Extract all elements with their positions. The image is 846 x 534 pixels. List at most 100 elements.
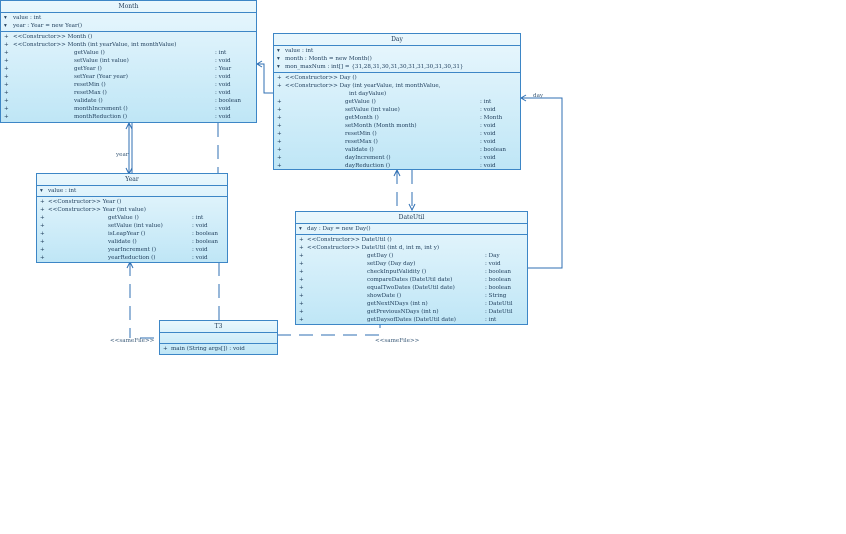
class-month-method-row[interactable]: + getValue (): int: [1, 49, 256, 57]
t3-dateutil-dependency: [277, 324, 381, 336]
member-signature: yearReduction (): [108, 255, 156, 261]
class-month-method-row[interactable]: + validate (): boolean: [1, 97, 256, 105]
member-return-type: : boolean: [485, 269, 512, 275]
visibility-icon: +: [4, 42, 9, 48]
member-return-type: : boolean: [192, 231, 219, 237]
class-day-title: Day: [274, 34, 520, 46]
class-dateutil[interactable]: DateUtil ▾ day : Day = new Day() + <<Const…: [295, 211, 528, 325]
class-month-method-row[interactable]: + monthReduction (): void: [1, 113, 256, 121]
visibility-icon: +: [277, 99, 282, 105]
class-dateutil-method-row[interactable]: + setDay (Day day): void: [296, 260, 527, 268]
class-dateutil-method-row[interactable]: + showDate (): String: [296, 292, 527, 300]
member-signature: <<Constructor>> Month (): [13, 34, 93, 40]
member-signature: resetMax (): [345, 139, 378, 145]
class-day-methods: + <<Constructor>> Day () + <<Constructor>> …: [274, 73, 520, 171]
member-signature: month : Month = new Month(): [285, 56, 372, 62]
visibility-icon: ▾: [277, 48, 280, 54]
visibility-icon: +: [299, 293, 304, 299]
class-dateutil-method-row[interactable]: + getDaysofDates (DateUtil date): int: [296, 316, 527, 324]
member-signature: equalTwoDates (DateUtil date): [367, 285, 455, 291]
class-dateutil-method-row[interactable]: + compareDates (DateUtil date): boolean: [296, 276, 527, 284]
class-month-attribute-row[interactable]: ▾ year : Year = new Year(): [1, 22, 256, 30]
class-day-method-row[interactable]: + setValue (int value): void: [274, 106, 520, 114]
class-day-attribute-row[interactable]: ▾ value : int: [274, 47, 520, 55]
member-return-type: : int: [215, 50, 227, 56]
class-day-method-row[interactable]: + getValue (): int: [274, 98, 520, 106]
class-dateutil-method-row[interactable]: + equalTwoDates (DateUtil date): boolean: [296, 284, 527, 292]
class-month-method-row[interactable]: + resetMin (): void: [1, 81, 256, 89]
class-dateutil-method-row[interactable]: + getNextNDays (int n): DateUtil: [296, 300, 527, 308]
class-day-method-row[interactable]: + <<Constructor>> Day (int yearValue, int…: [274, 82, 520, 90]
member-return-type: : boolean: [215, 98, 242, 104]
class-day-attribute-row[interactable]: ▾ month : Month = new Month(): [274, 55, 520, 63]
class-day-method-row[interactable]: + setMonth (Month month): void: [274, 122, 520, 130]
class-year-method-row[interactable]: + <<Constructor>> Year (int value): [37, 206, 227, 214]
class-year-method-row[interactable]: + yearIncrement (): void: [37, 246, 227, 254]
class-month-method-row[interactable]: + getYear (): Year: [1, 65, 256, 73]
class-day-attributes: ▾ value : int ▾ month : Month = new Month()…: [274, 46, 520, 73]
class-month-method-row[interactable]: + <<Constructor>> Month (int yearValue, i…: [1, 41, 256, 49]
visibility-icon: ▾: [299, 226, 302, 232]
visibility-icon: +: [299, 269, 304, 275]
class-month-title: Month: [1, 1, 256, 13]
member-return-type: : boolean: [480, 147, 507, 153]
visibility-icon: +: [299, 277, 304, 283]
label-samefile-right: <<sameFile>>: [375, 338, 420, 344]
class-year-method-row[interactable]: + isLeapYear (): boolean: [37, 230, 227, 238]
class-day-method-row[interactable]: + validate (): boolean: [274, 146, 520, 154]
member-signature: validate (): [108, 239, 137, 245]
class-month-method-row[interactable]: + setValue (int value): void: [1, 57, 256, 65]
member-signature: getNextNDays (int n): [367, 301, 428, 307]
member-signature: day : Day = new Day(): [307, 226, 371, 232]
member-signature: isLeapYear (): [108, 231, 146, 237]
class-dateutil-method-row[interactable]: + <<Constructor>> DateUtil (int d, int m,…: [296, 244, 527, 252]
member-signature: <<Constructor>> Month (int yearValue, in…: [13, 42, 177, 48]
class-month-method-row[interactable]: + <<Constructor>> Month (): [1, 33, 256, 41]
class-year-method-row[interactable]: + <<Constructor>> Year (): [37, 198, 227, 206]
class-dateutil-attribute-row[interactable]: ▾ day : Day = new Day(): [296, 225, 527, 233]
class-month[interactable]: Month ▾ value : int ▾ year : Year = new Yea…: [0, 0, 257, 123]
class-day-method-row[interactable]: + <<Constructor>> Day (): [274, 74, 520, 82]
class-year-method-row[interactable]: + setValue (int value): void: [37, 222, 227, 230]
member-return-type: : Year: [215, 66, 232, 72]
class-dateutil-method-row[interactable]: + getPreviousNDays (int n): DateUtil: [296, 308, 527, 316]
class-day-attribute-row[interactable]: ▾ mon_maxNum : int[] = {31,28,31,30,31,30…: [274, 63, 520, 71]
class-day-method-row[interactable]: + dayReduction (): void: [274, 162, 520, 170]
visibility-icon: +: [4, 58, 9, 64]
member-return-type: : void: [480, 131, 496, 137]
class-year-method-row[interactable]: + getValue (): int: [37, 214, 227, 222]
visibility-icon: +: [277, 75, 282, 81]
visibility-icon: ▾: [40, 188, 43, 194]
member-signature: checkInputValidity (): [367, 269, 427, 275]
month-year-arrowhead: [125, 121, 133, 130]
class-day-method-row[interactable]: + resetMin (): void: [274, 130, 520, 138]
class-day[interactable]: Day ▾ value : int ▾ month : Month = new Mon…: [273, 33, 521, 170]
class-month-attribute-row[interactable]: ▾ value : int: [1, 14, 256, 22]
visibility-icon: ▾: [4, 23, 7, 29]
label-day-association: day: [533, 93, 544, 99]
class-year-attribute-row[interactable]: ▾ value : int: [37, 187, 227, 195]
member-signature: getPreviousNDays (int n): [367, 309, 439, 315]
member-signature: showDate (): [367, 293, 402, 299]
class-year-method-row[interactable]: + yearReduction (): void: [37, 254, 227, 262]
class-t3-method-row[interactable]: + main (String args[]) : void: [160, 345, 277, 353]
class-dateutil-method-row[interactable]: + <<Constructor>> DateUtil (): [296, 236, 527, 244]
class-day-method-row[interactable]: + resetMax (): void: [274, 138, 520, 146]
class-day-method-row[interactable]: + dayIncrement (): void: [274, 154, 520, 162]
member-signature: resetMin (): [74, 82, 106, 88]
visibility-icon: +: [277, 123, 282, 129]
class-month-method-row[interactable]: + setYear (Year year): void: [1, 73, 256, 81]
visibility-icon: +: [4, 74, 9, 80]
class-year-method-row[interactable]: + validate (): boolean: [37, 238, 227, 246]
class-t3[interactable]: T3 + main (String args[]) : void: [159, 320, 278, 355]
class-day-method-row[interactable]: + getMonth (): Month: [274, 114, 520, 122]
class-dateutil-method-row[interactable]: + getDay (): Day: [296, 252, 527, 260]
class-day-method-row[interactable]: int dayValue): [274, 90, 520, 98]
class-year[interactable]: Year ▾ value : int + <<Constructor>> Year …: [36, 173, 228, 263]
member-signature: resetMin (): [345, 131, 377, 137]
class-month-method-row[interactable]: + resetMax (): void: [1, 89, 256, 97]
member-return-type: : int: [480, 99, 492, 105]
member-return-type: : void: [215, 74, 231, 80]
class-month-method-row[interactable]: + monthIncrement (): void: [1, 105, 256, 113]
class-dateutil-method-row[interactable]: + checkInputValidity () : boolean: [296, 268, 527, 276]
